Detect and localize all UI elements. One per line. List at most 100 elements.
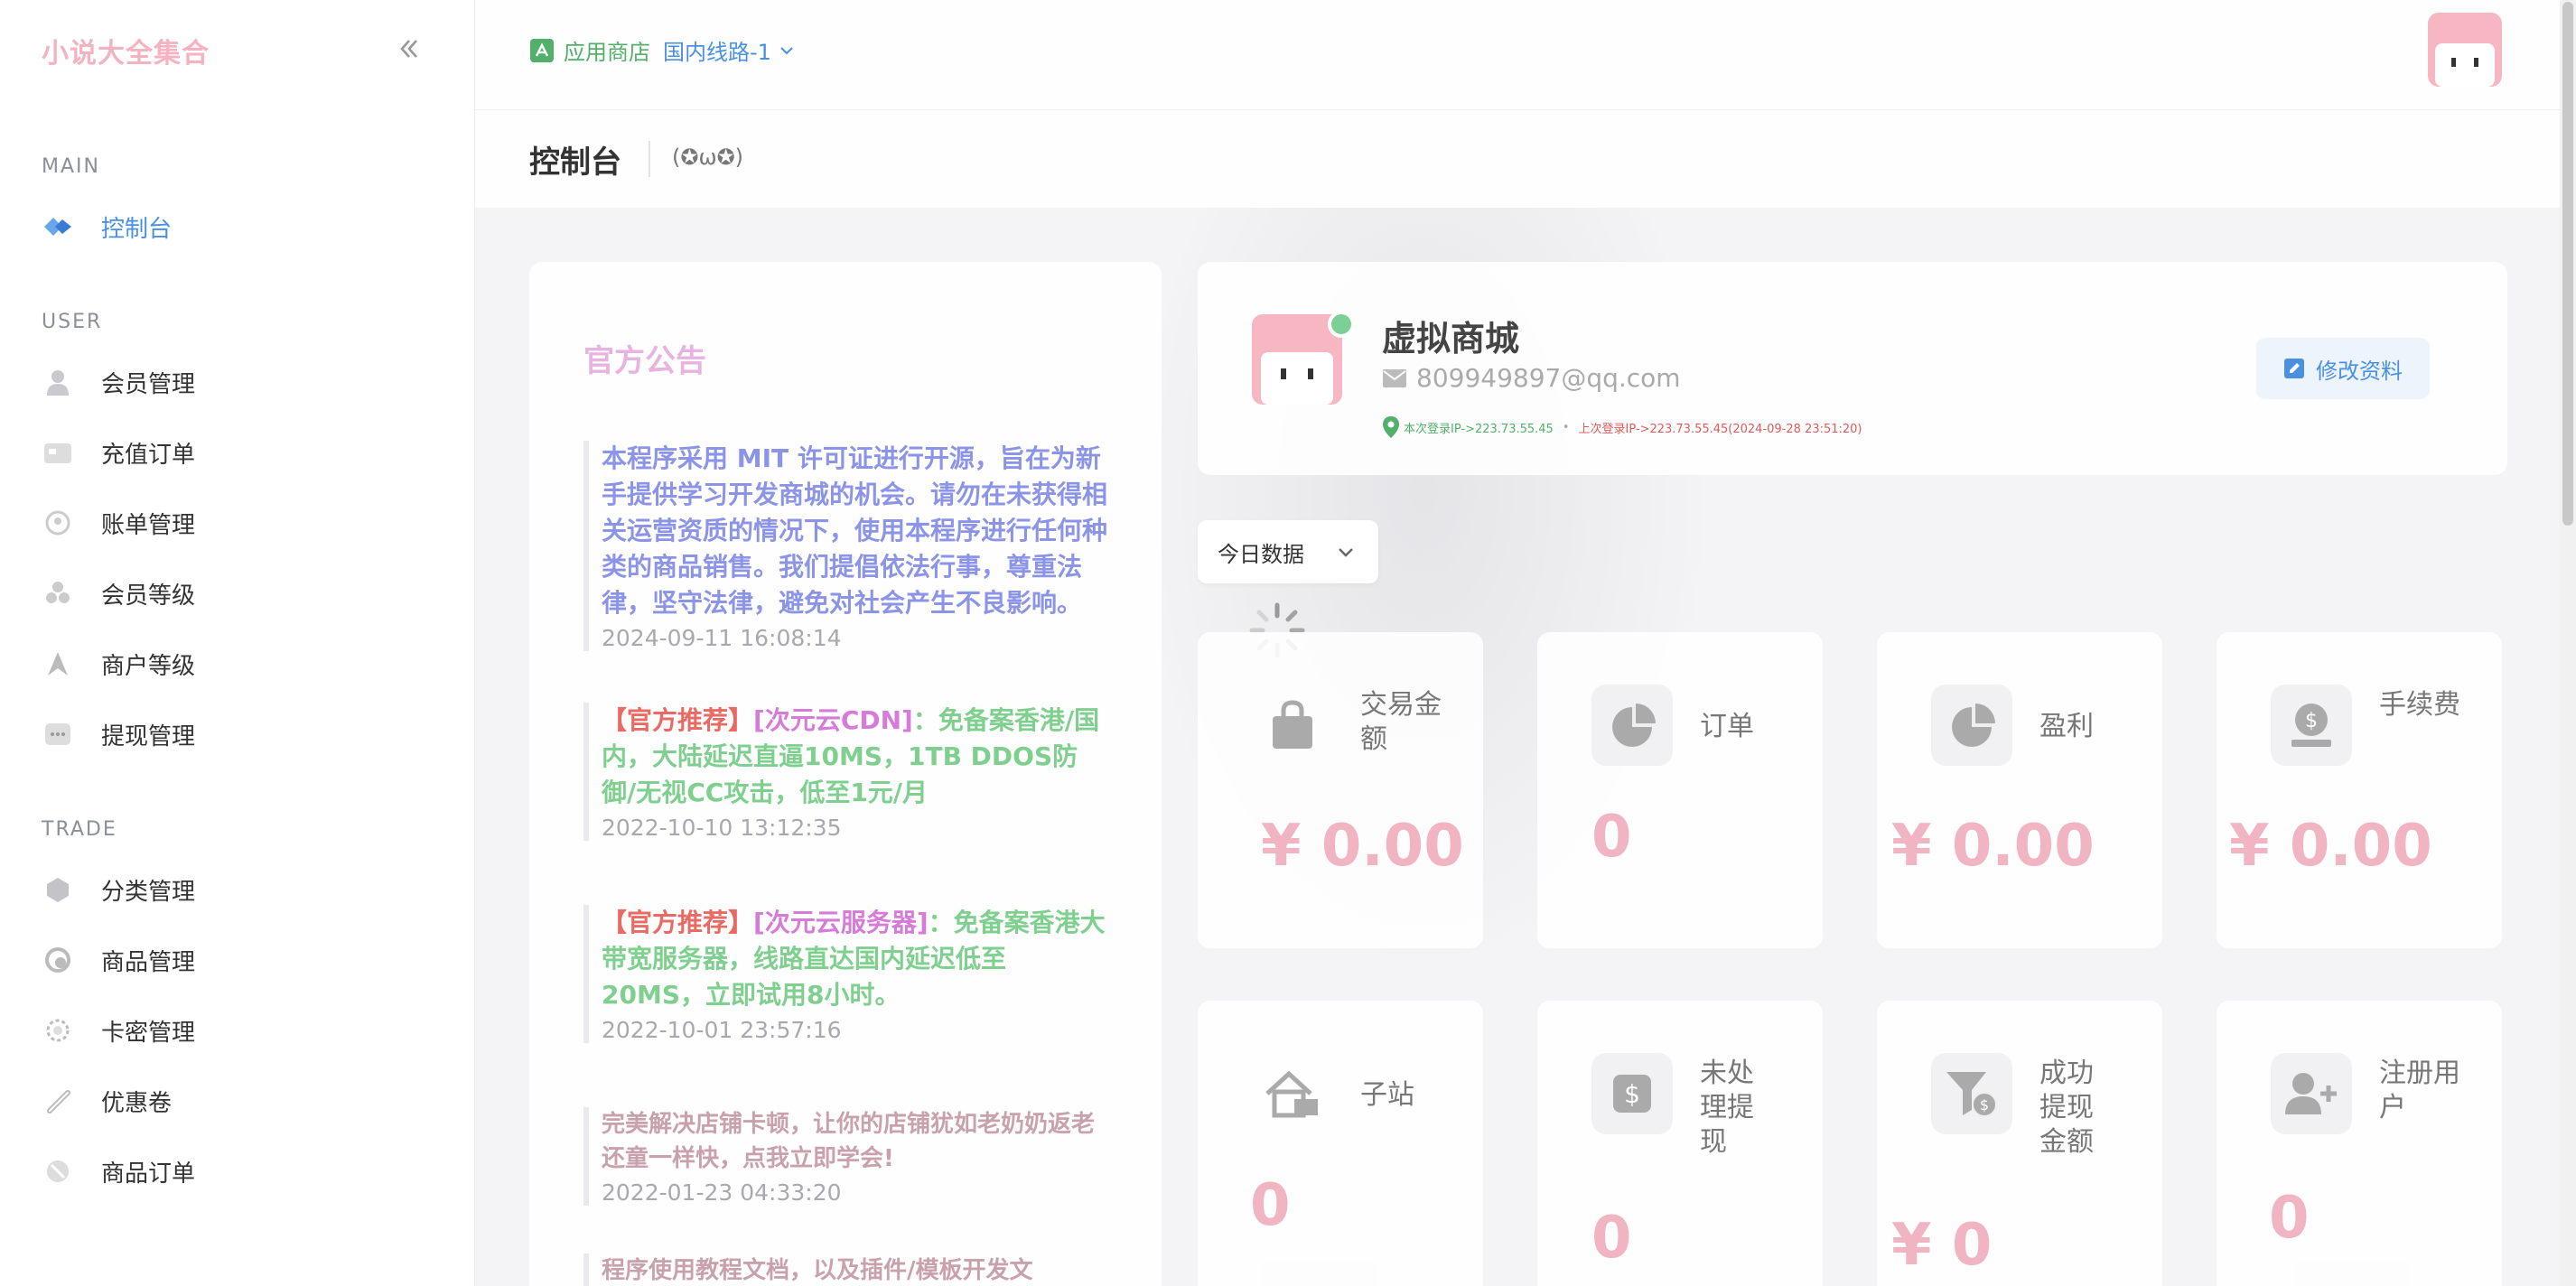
announcement-item[interactable]: 【官方推荐】[次元云CDN]：免备案香港/国内，大陆延迟直逼10MS，1TB D…: [583, 703, 1107, 841]
route-label: 国内线路-1: [663, 40, 771, 65]
sidebar-item-label: 商品订单: [101, 1160, 196, 1188]
title-divider: [649, 141, 650, 177]
stat-label: 成功提现金额: [2039, 1058, 2094, 1158]
page-scrollbar[interactable]: [2560, 0, 2576, 1286]
svg-text:$: $: [2305, 710, 2318, 732]
profile-card: 虚拟商城 809949897@qq.com 本次登录IP->223.73.55.…: [1198, 262, 2507, 475]
card-key-icon: [42, 1014, 74, 1047]
current-login-ip: 本次登录IP->223.73.55.45: [1404, 422, 1554, 436]
edit-profile-label: 修改资料: [2316, 358, 2403, 384]
stat-label: 注册用户: [2379, 1058, 2460, 1123]
scrollbar-thumb[interactable]: [2562, 2, 2573, 526]
announcement-time: 2024-09-11 16:08:14: [602, 625, 842, 651]
announcement-tag: 【官方推荐】: [602, 705, 754, 735]
announcement-item[interactable]: 本程序采用 MIT 许可证进行开源，旨在为新手提供学习开发商城的机会。请勿在未获…: [583, 441, 1107, 651]
route-dropdown[interactable]: 国内线路-1: [663, 34, 797, 66]
svg-text:$: $: [1980, 1096, 1989, 1114]
user-avatar[interactable]: [2428, 13, 2502, 87]
brand-logo-text[interactable]: 小说大全集合: [42, 31, 210, 70]
user-icon: [42, 366, 74, 398]
shop-avatar[interactable]: [1252, 311, 1355, 405]
edit-profile-button[interactable]: 修改资料: [2256, 338, 2430, 399]
sidebar: 小说大全集合 MAIN 控制台 USER 会员管理 充值订单 账单管理 会员等级…: [0, 0, 475, 1286]
date-range-select[interactable]: 今日数据: [1198, 520, 1378, 583]
date-range-value: 今日数据: [1218, 541, 1304, 567]
stat-card-pending-withdrawals: $ 未处理提现 0: [1537, 1001, 1823, 1286]
page-header: 控制台 (✪ω✪): [475, 110, 2576, 208]
stat-card-orders: 订单 0: [1537, 632, 1823, 948]
stat-value: ¥ 0: [1891, 1212, 1993, 1279]
dashboard-icon: [42, 210, 74, 243]
sidebar-item-categories[interactable]: 分类管理: [42, 869, 195, 910]
login-info: 本次登录IP->223.73.55.45 • 上次登录IP->223.73.55…: [1382, 415, 1862, 439]
stat-card-registered-users: 注册用户 0: [2217, 1001, 2502, 1286]
sidebar-item-recharge-orders[interactable]: 充值订单: [42, 432, 195, 473]
sidebar-item-bills[interactable]: 账单管理: [42, 502, 195, 544]
section-title-trade: TRADE: [42, 818, 117, 841]
mail-icon: [1383, 368, 1406, 387]
stat-value: 0: [1591, 804, 1632, 871]
sidebar-item-label: 充值订单: [101, 441, 196, 469]
sidebar-item-products[interactable]: 商品管理: [42, 939, 195, 981]
stat-label: 手续费: [2379, 689, 2460, 721]
shop-email: 809949897@qq.com: [1382, 363, 1681, 393]
email-text: 809949897@qq.com: [1416, 363, 1681, 393]
sidebar-item-members[interactable]: 会员管理: [42, 361, 195, 403]
app-store-link[interactable]: 应用商店: [529, 34, 650, 66]
sidebar-item-label: 优惠卷: [101, 1089, 173, 1117]
stat-label: 订单: [1700, 711, 1754, 742]
sidebar-item-label: 卡密管理: [101, 1019, 196, 1047]
topbar: 应用商店 国内线路-1: [475, 0, 2576, 110]
stat-card-successful-withdrawals: $ 成功提现金额 ¥ 0: [1877, 1001, 2162, 1286]
sidebar-item-label: 商品管理: [101, 948, 196, 976]
announcement-link[interactable]: [次元云CDN]: [753, 705, 913, 735]
pie-chart-icon: [1591, 685, 1673, 766]
stat-label: 子站: [1360, 1079, 1414, 1111]
sidebar-item-card-keys[interactable]: 卡密管理: [42, 1010, 195, 1051]
avatar-face-icon: [2435, 43, 2495, 87]
collapse-sidebar-button[interactable]: [390, 31, 426, 67]
sidebar-item-merchant-levels[interactable]: 商户等级: [42, 643, 195, 685]
shop-name: 虚拟商城: [1382, 319, 1520, 359]
sidebar-item-label: 分类管理: [101, 878, 196, 906]
sidebar-item-coupons[interactable]: 优惠卷: [42, 1080, 172, 1122]
member-level-icon: [42, 577, 74, 610]
section-title-user: USER: [42, 311, 103, 333]
page-title-emoticon: (✪ω✪): [672, 144, 744, 170]
stat-value: ¥ 0.00: [1891, 813, 2095, 880]
stat-label: 未处理提现: [1700, 1058, 1754, 1158]
coupon-icon: [42, 1085, 74, 1117]
stat-value: 0: [2269, 1185, 2310, 1252]
announcement-item[interactable]: 程序使用教程文档，以及插件/模板开发文: [583, 1253, 1107, 1286]
funnel-dollar-icon: $: [1931, 1053, 2012, 1134]
withdraw-icon: [42, 718, 74, 750]
location-pin-icon: [1383, 416, 1399, 438]
page-title: 控制台: [529, 144, 621, 181]
announcement-time: 2022-01-23 04:33:20: [602, 1179, 842, 1206]
app-store-icon: [530, 38, 554, 62]
announcement-title: 官方公告: [583, 343, 706, 379]
dollar-icon: $: [1591, 1053, 1673, 1134]
announcement-item[interactable]: 【官方推荐】[次元云服务器]：免备案香港大带宽服务器，线路直达国内延迟低至20M…: [583, 905, 1107, 1043]
edit-icon: [2284, 359, 2304, 378]
announcement-text: 本程序采用 MIT 许可证进行开源，旨在为新手提供学习开发商城的机会。请勿在未获…: [602, 443, 1108, 618]
stat-label: 交易金额: [1360, 689, 1442, 755]
app-store-label: 应用商店: [564, 40, 650, 65]
announcement-time: 2022-10-10 13:12:35: [602, 815, 842, 841]
category-icon: [42, 873, 74, 906]
sidebar-item-withdrawals[interactable]: 提现管理: [42, 713, 195, 755]
recharge-icon: [42, 436, 74, 469]
sidebar-item-product-orders[interactable]: 商品订单: [42, 1151, 195, 1192]
announcement-item[interactable]: 完美解决店铺卡顿，让你的店铺犹如老奶奶返老还童一样快，点我立即学会! 2022-…: [583, 1107, 1107, 1206]
announcement-link[interactable]: [次元云服务器]: [753, 908, 929, 937]
sidebar-item-member-levels[interactable]: 会员等级: [42, 573, 195, 614]
stat-label: 盈利: [2039, 711, 2094, 742]
sidebar-item-dashboard[interactable]: 控制台: [42, 206, 172, 247]
add-user-icon: [2271, 1053, 2352, 1134]
sidebar-item-label: 商户等级: [101, 652, 196, 680]
stat-value: ¥ 0.00: [1261, 813, 1464, 880]
announcement-text: 程序使用教程文档，以及插件/模板开发文: [602, 1257, 1033, 1284]
pie-chart-icon: [1931, 685, 2012, 766]
chevron-down-icon: [780, 46, 793, 54]
sidebar-item-label: 提现管理: [101, 722, 196, 750]
